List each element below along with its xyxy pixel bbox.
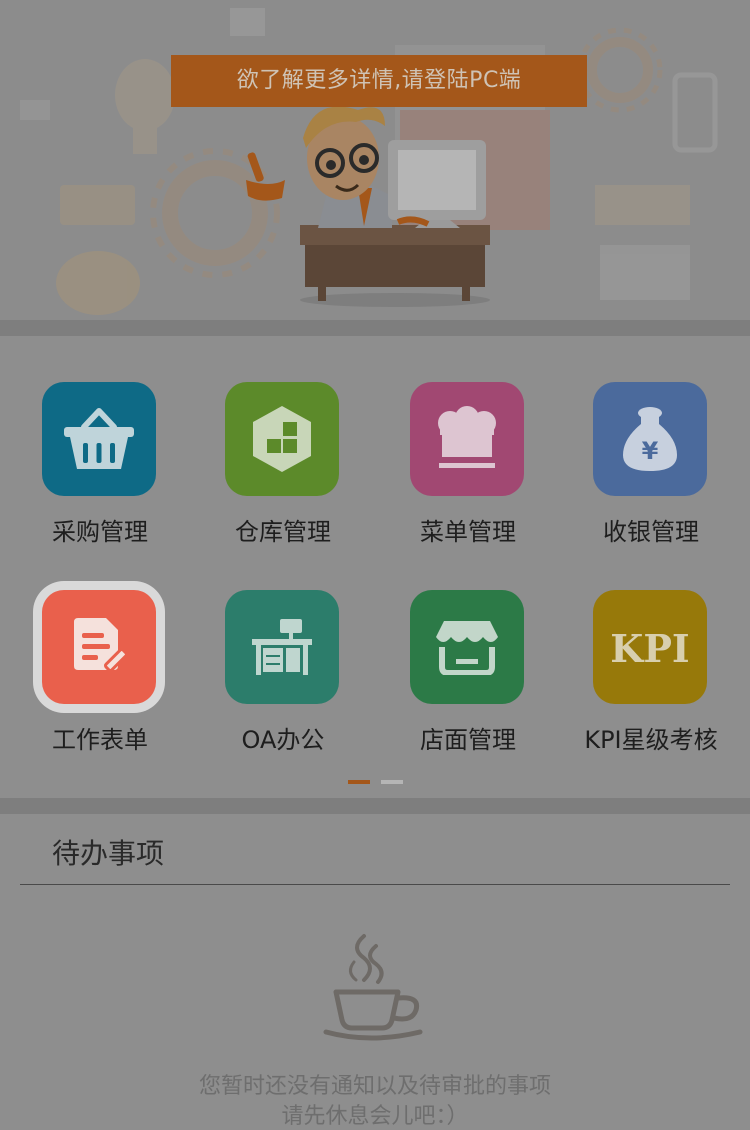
- app-label: 工作表单: [52, 726, 148, 754]
- chef-hat-icon: [438, 406, 496, 468]
- kpi-app-icon-box[interactable]: KPI: [593, 590, 707, 704]
- section-divider: [0, 798, 750, 814]
- oa-app-icon-box[interactable]: [225, 590, 339, 704]
- form-edit-icon: [74, 618, 128, 672]
- empty-message: 您暂时还没有通知以及待审批的事项: [198, 1074, 551, 1099]
- app-tile-oa[interactable]: OA办公: [191, 590, 375, 780]
- page-dot[interactable]: [381, 780, 403, 784]
- kpi-icon: KPI: [610, 626, 689, 671]
- cashier-app-icon-box[interactable]: ¥: [593, 382, 707, 496]
- office-desk-icon: [252, 619, 312, 675]
- app-grid: 采购管理 仓库管理 菜单管理 ¥ 收银管理 工作表单 OA办公 店面管理 KPI…: [0, 336, 750, 798]
- menu-app-icon-box[interactable]: [410, 382, 524, 496]
- page-dot-active[interactable]: [348, 780, 370, 784]
- app-label: KPI星级考核: [584, 726, 718, 754]
- todo-title: 待办事项: [52, 837, 165, 870]
- app-label: 仓库管理: [235, 518, 331, 546]
- lightbulb-decoration-icon: [115, 59, 175, 131]
- basket-icon: [64, 408, 134, 469]
- app-tile-purchase[interactable]: 采购管理: [8, 382, 192, 572]
- app-tile-kpi[interactable]: KPI KPI星级考核: [559, 590, 743, 780]
- office-illustration: [20, 8, 718, 315]
- app-label: 店面管理: [420, 726, 516, 754]
- money-bag-icon: ¥: [623, 407, 677, 471]
- coin-bag-decoration-icon: [56, 251, 140, 315]
- store-app-icon-box[interactable]: [410, 590, 524, 704]
- svg-text:KPI: KPI: [610, 626, 689, 671]
- app-tile-warehouse[interactable]: 仓库管理: [191, 382, 375, 572]
- pc-login-notice: 欲了解更多详情,请登陆PC端: [171, 55, 587, 107]
- section-divider: [0, 320, 750, 336]
- work-form-app-icon-box[interactable]: [42, 590, 156, 704]
- app-label: 收银管理: [603, 518, 699, 546]
- app-tile-cashier[interactable]: ¥ 收银管理: [559, 382, 743, 572]
- todo-section: 待办事项 您暂时还没有通知以及待审批的事项 请先休息会儿吧：）: [0, 814, 750, 1130]
- app-label: 采购管理: [52, 518, 148, 546]
- empty-hint: 请先休息会儿吧：）: [281, 1104, 469, 1129]
- cash-decoration-icon: [60, 185, 135, 225]
- coffee-cup-icon: [323, 934, 423, 1041]
- app-tile-menu[interactable]: 菜单管理: [376, 382, 560, 572]
- warehouse-app-icon-box[interactable]: [225, 382, 339, 496]
- warehouse-boxes-icon: [253, 406, 311, 472]
- svg-text:¥: ¥: [642, 437, 659, 465]
- app-tile-work-form[interactable]: 工作表单: [8, 590, 192, 780]
- storefront-icon: [436, 621, 498, 675]
- purchase-app-icon-box[interactable]: [42, 382, 156, 496]
- todo-divider: [20, 884, 730, 885]
- app-tile-store[interactable]: 店面管理: [376, 590, 560, 780]
- app-label: 菜单管理: [420, 518, 516, 546]
- promo-banner: 欲了解更多详情,请登陆PC端: [0, 0, 750, 320]
- app-label: OA办公: [241, 726, 325, 754]
